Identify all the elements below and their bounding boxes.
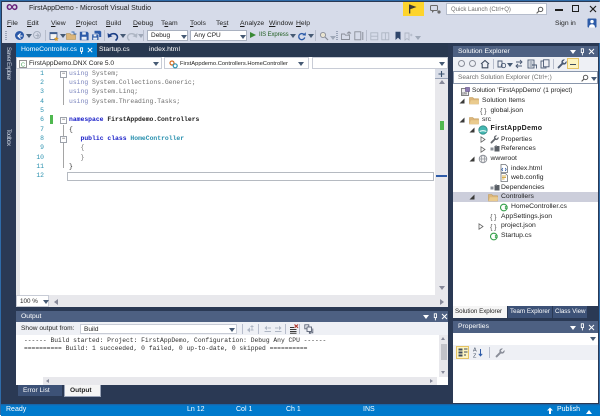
svg-text:C: C <box>21 62 25 68</box>
